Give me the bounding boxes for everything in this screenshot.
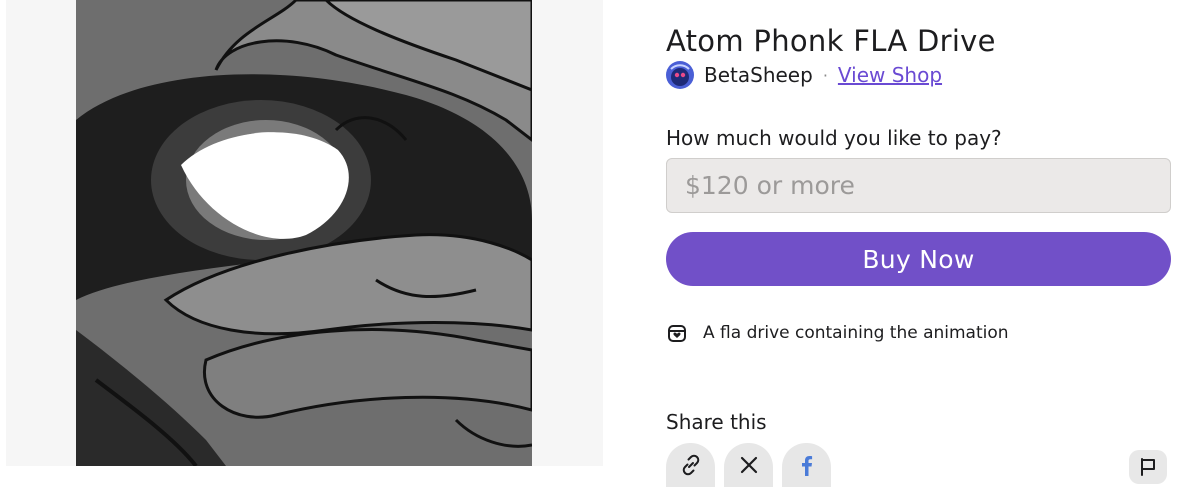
product-image-panel — [6, 0, 603, 466]
product-title: Atom Phonk FLA Drive — [666, 24, 996, 58]
product-description-row: A fla drive containing the animation — [666, 320, 1009, 346]
share-label: Share this — [666, 410, 767, 434]
flag-icon — [1141, 458, 1155, 476]
share-facebook-button[interactable] — [782, 443, 831, 487]
share-x-button[interactable] — [724, 443, 773, 487]
avatar-image — [666, 61, 694, 89]
product-description: A fla drive containing the animation — [703, 323, 1009, 343]
separator-dot: · — [822, 65, 828, 85]
pay-label: How much would you like to pay? — [666, 126, 1002, 150]
report-button[interactable] — [1129, 450, 1167, 484]
creator-name[interactable]: BetaSheep — [704, 63, 813, 87]
bag-heart-icon — [666, 322, 688, 344]
product-details: Atom Phonk FLA Drive BetaSheep · View Sh… — [666, 0, 1172, 487]
creator-avatar[interactable] — [666, 61, 694, 89]
view-shop-link[interactable]: View Shop — [838, 63, 942, 87]
buy-now-button[interactable]: Buy Now — [666, 232, 1171, 286]
price-input[interactable] — [666, 158, 1171, 213]
copy-link-button[interactable] — [666, 443, 715, 487]
creator-row: BetaSheep · View Shop — [666, 60, 942, 90]
artwork-illustration — [76, 0, 532, 466]
product-artwork-image[interactable] — [76, 0, 532, 466]
x-icon — [740, 456, 757, 474]
facebook-icon — [801, 456, 812, 476]
link-icon — [682, 454, 699, 476]
